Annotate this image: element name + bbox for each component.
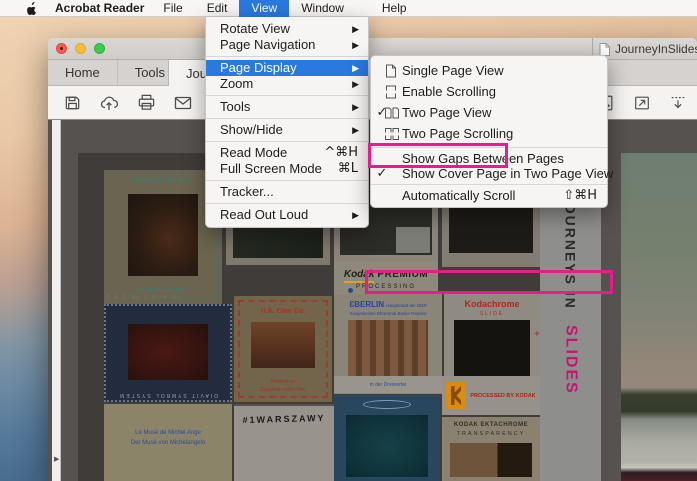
menu-item-show-cover-page[interactable]: ✓ Show Cover Page in Two Page View	[371, 166, 607, 181]
shortcut-label: ⌘L	[338, 161, 358, 177]
menu-item-automatically-scroll[interactable]: Automatically Scroll ⇧⌘H	[371, 188, 607, 203]
menubar-view[interactable]: View	[239, 0, 289, 17]
submenu-arrow-icon: ▶	[352, 21, 359, 37]
menu-item-page-display[interactable]: Page Display▶	[206, 60, 368, 76]
menubar-edit[interactable]: Edit	[195, 0, 240, 17]
menu-separator	[206, 56, 368, 57]
menu-item-two-page-view[interactable]: ✓ Two Page View	[371, 102, 607, 123]
menu-item-read-mode[interactable]: Read Mode^⌘H	[206, 145, 368, 161]
nav-pane-expand-arrow[interactable]: ▶	[54, 455, 59, 463]
slide-oval-logo	[363, 400, 411, 409]
slide-kodak-premium-label: Kodak PREMIUM PROCESSING	[334, 261, 438, 298]
slide-diavit: DIAVIT SYMBOL SYSTEM	[104, 304, 232, 402]
slide-dreiviertel-label: in der Dreiviertel	[334, 376, 442, 393]
zoom-button[interactable]	[94, 43, 105, 54]
slide-ektachrome: KODAK EKTACHROME TRANSPARENCY	[442, 417, 540, 481]
menu-item-two-page-scrolling[interactable]: Two Page Scrolling	[371, 123, 607, 144]
document-tab[interactable]: JourneyInSlides	[592, 38, 697, 60]
printer-icon	[137, 93, 156, 112]
menubar-help[interactable]: Help	[370, 0, 419, 17]
submenu-arrow-icon: ▶	[352, 99, 359, 115]
submenu-arrow-icon: ▶	[352, 207, 359, 223]
menu-separator	[206, 180, 368, 181]
view-menu: Rotate View▶ Page Navigation▶ Page Displ…	[205, 17, 369, 228]
slide-muse-label: Le Musé de Michel AngeDer Musé von Miche…	[104, 404, 232, 481]
two-page-scrolling-icon	[384, 126, 400, 141]
tab-home[interactable]: Home	[48, 60, 118, 85]
menubar-app-name[interactable]: Acrobat Reader	[55, 1, 144, 15]
shortcut-label: ⇧⌘H	[563, 188, 597, 203]
fit-window-icon	[633, 94, 651, 112]
menu-item-rotate-view[interactable]: Rotate View▶	[206, 21, 368, 37]
menubar-window[interactable]: Window	[289, 0, 356, 17]
menu-item-single-page-view[interactable]: Single Page View	[371, 60, 607, 81]
menu-separator	[206, 141, 368, 142]
menu-separator	[206, 203, 368, 204]
save-icon	[63, 93, 82, 112]
scroll-down-icon	[669, 94, 687, 112]
menu-item-show-hide[interactable]: Show/Hide▶	[206, 122, 368, 138]
envelope-icon	[173, 93, 193, 113]
menu-item-tools[interactable]: Tools▶	[206, 99, 368, 115]
menu-item-show-gaps[interactable]: Show Gaps Between Pages	[371, 151, 607, 166]
document-icon	[599, 43, 610, 56]
menu-separator	[371, 184, 607, 185]
apple-logo-icon[interactable]	[27, 2, 38, 15]
menu-item-zoom[interactable]: Zoom▶	[206, 76, 368, 92]
pdf-page-right-photo	[621, 153, 697, 481]
share-upload-button[interactable]	[96, 90, 122, 116]
menu-item-page-navigation[interactable]: Page Navigation▶	[206, 37, 368, 53]
submenu-arrow-icon: ▶	[352, 60, 359, 76]
menubar-file[interactable]: File	[151, 0, 194, 17]
single-page-icon	[384, 63, 398, 78]
slide-blue-plastic	[334, 395, 440, 481]
kodak-logo	[446, 382, 466, 409]
cover-title: JOURNEYS IN SLIDES	[562, 193, 580, 395]
shortcut-label: ^⌘H	[324, 145, 358, 161]
menu-separator	[206, 118, 368, 119]
menu-item-tracker[interactable]: Tracker...	[206, 184, 368, 200]
menu-item-enable-scrolling[interactable]: Enable Scrolling	[371, 81, 607, 102]
enable-scrolling-icon	[384, 84, 398, 99]
print-button[interactable]	[133, 90, 159, 116]
two-page-icon	[384, 105, 400, 120]
minimize-button[interactable]	[75, 43, 86, 54]
slide-processed-by-kodak: PROCESSED BY KODAK	[442, 376, 540, 415]
close-button[interactable]	[56, 43, 67, 54]
save-button[interactable]	[59, 90, 85, 116]
page-display-submenu: Single Page View Enable Scrolling ✓ Two …	[370, 55, 608, 208]
submenu-arrow-icon: ▶	[352, 76, 359, 92]
fit-window-button[interactable]	[629, 90, 655, 116]
checkmark-icon: ✓	[376, 166, 388, 181]
menu-separator	[371, 147, 607, 148]
menu-item-read-out-loud[interactable]: Read Out Loud▶	[206, 207, 368, 223]
continuous-scroll-button[interactable]	[665, 90, 691, 116]
cover-title-accent: SLIDES	[563, 325, 580, 395]
submenu-arrow-icon: ▶	[352, 37, 359, 53]
submenu-arrow-icon: ▶	[352, 122, 359, 138]
traffic-lights	[56, 43, 105, 54]
email-button[interactable]	[170, 90, 196, 116]
slide-hk-cine: H.K. Cine Co. Printed onEastman color fi…	[234, 296, 332, 402]
document-tab-title: JourneyInSlides	[615, 42, 697, 56]
macos-menu-bar: Acrobat Reader File Edit View Window Hel…	[0, 0, 697, 17]
cover-title-main: JOURNEYS IN	[563, 193, 579, 310]
slide-hole-dot	[348, 288, 353, 293]
slide-warszawy: #1WARSZAWY	[234, 404, 334, 481]
cloud-upload-icon	[99, 93, 119, 113]
menu-separator	[206, 95, 368, 96]
menu-item-full-screen-mode[interactable]: Full Screen Mode⌘L	[206, 161, 368, 177]
red-plus-mark: +	[534, 329, 540, 340]
screen: JourneyInSlides Home Tools JourneyInSlid…	[0, 0, 697, 481]
nav-pane-collapsed[interactable]	[52, 120, 61, 481]
